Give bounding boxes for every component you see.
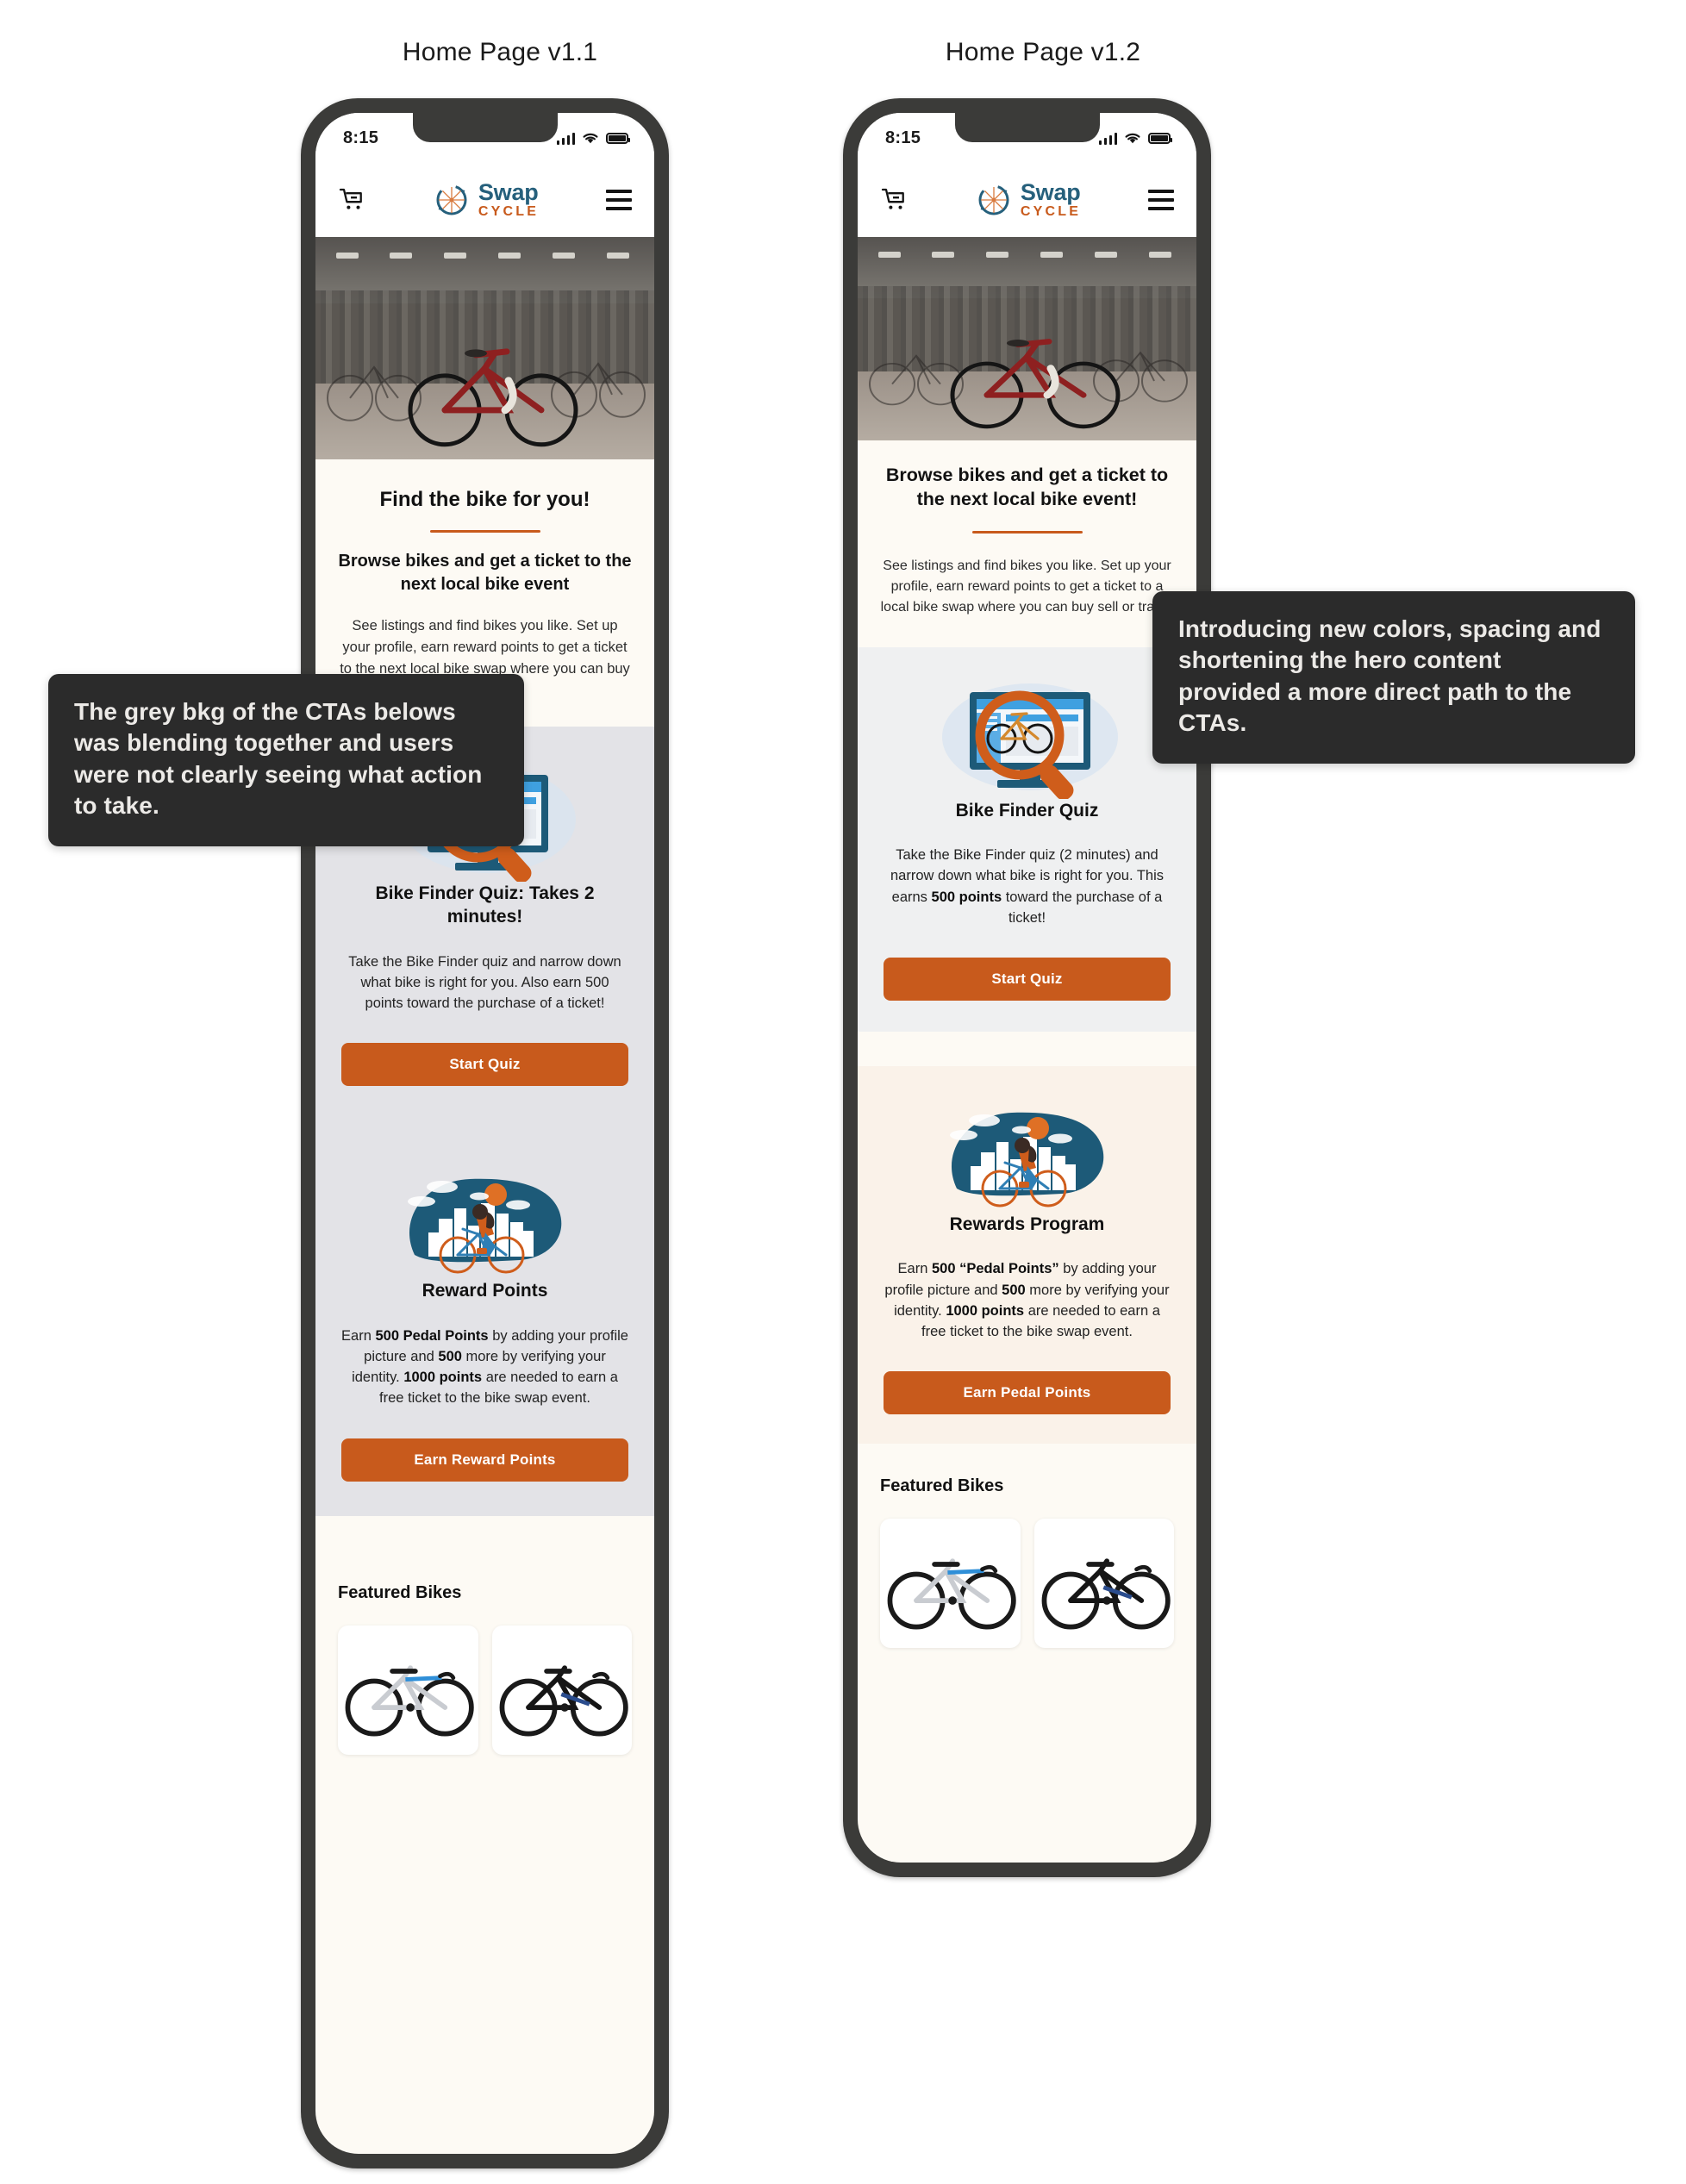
bike-card[interactable] (491, 1625, 632, 1755)
battery-icon (1148, 132, 1172, 144)
rewards-title-v12: Rewards Program (949, 1214, 1105, 1235)
bike-card[interactable] (880, 1519, 1021, 1649)
phone-mockup-v12: 8:15 Swap CYCLE Browse bikes and get a t… (843, 98, 1211, 1877)
hero-text-block-v12: Browse bikes and get a ticket to the nex… (858, 440, 1196, 647)
annotation-callout-v12: Introducing new colors, spacing and shor… (1152, 591, 1635, 764)
quiz-title-v11: Bike Finder Quiz: Takes 2 minutes! (375, 883, 595, 927)
featured-bikes-title-v11: Featured Bikes (338, 1582, 462, 1602)
status-icons (1098, 132, 1172, 145)
app-header-v11: Swap CYCLE (315, 163, 654, 237)
shopping-cart-icon[interactable] (880, 187, 908, 213)
bike-card[interactable] (338, 1625, 478, 1755)
canvas: Home Page v1.1 Home Page v1.2 8:15 Swap … (0, 0, 1686, 2184)
bike-card[interactable] (1033, 1519, 1174, 1649)
rewards-title-v11: Reward Points (422, 1281, 548, 1301)
logo-primary-text: Swap (1020, 179, 1081, 205)
wifi-icon (1125, 133, 1140, 143)
brand-logo-v11[interactable]: Swap CYCLE (433, 181, 539, 219)
magnifying-glass-monitor-bike-illustration (928, 673, 1127, 801)
featured-bikes-section-v12: Featured Bikes (858, 1444, 1196, 1649)
page-content-v12: Browse bikes and get a ticket to the nex… (858, 440, 1196, 1649)
white-blue-road-bike (345, 1664, 474, 1737)
rewards-section-v12: Rewards Program Earn 500 “Pedal Points” … (858, 1066, 1196, 1445)
featured-bikes-title-v12: Featured Bikes (880, 1476, 1004, 1496)
hamburger-menu-icon[interactable] (1147, 190, 1174, 210)
cyclist-city-skyline-illustration (390, 1158, 580, 1279)
status-bar: 8:15 (858, 113, 1196, 163)
wifi-icon (583, 133, 598, 143)
status-bar: 8:15 (315, 113, 654, 163)
quiz-title-v12: Bike Finder Quiz (955, 800, 1099, 821)
phone-mockup-v11: 8:15 Swap CYCLE Find the bike for you! B… (301, 98, 669, 2168)
hero-bikes-graphic (327, 348, 646, 447)
section-spacer (858, 1032, 1196, 1067)
featured-bikes-grid-v12 (880, 1519, 1174, 1649)
quiz-body-v12: Take the Bike Finder quiz (2 minutes) an… (890, 847, 1164, 926)
frame-title-v12: Home Page v1.2 (945, 38, 1141, 66)
battery-icon (606, 132, 630, 144)
cellular-signal-icon (556, 132, 575, 145)
notch (954, 113, 1100, 142)
cyclist-city-skyline-illustration (933, 1092, 1122, 1213)
featured-bikes-section-v11: Featured Bikes (315, 1544, 654, 1755)
logo-secondary-text: CYCLE (478, 204, 540, 219)
brand-logo-text: Swap CYCLE (478, 181, 539, 219)
white-blue-road-bike (887, 1558, 1016, 1630)
black-road-bike (499, 1664, 628, 1737)
screen-v12: 8:15 Swap CYCLE Browse bikes and get a t… (858, 113, 1196, 1863)
hero-body-v12: See listings and find bikes you like. Se… (880, 558, 1174, 615)
logo-secondary-text: CYCLE (1020, 204, 1082, 219)
logo-primary-text: Swap (478, 179, 539, 205)
hero-divider (429, 530, 540, 533)
start-quiz-button-v11[interactable]: Start Quiz (341, 1043, 628, 1087)
brand-logo-text: Swap CYCLE (1021, 181, 1081, 219)
status-time: 8:15 (343, 128, 379, 147)
earn-pedal-points-button-v12[interactable]: Earn Pedal Points (884, 1371, 1171, 1415)
cellular-signal-icon (1098, 132, 1117, 145)
section-spacer (315, 1515, 654, 1545)
status-icons (556, 132, 630, 145)
app-header-v12: Swap CYCLE (858, 163, 1196, 237)
frame-title-v11: Home Page v1.1 (402, 38, 598, 66)
hero-heading-v12: Browse bikes and get a ticket to the nex… (885, 465, 1169, 510)
cycle-wheel-icon (978, 184, 1009, 215)
featured-bikes-grid-v11 (338, 1625, 632, 1755)
hamburger-menu-icon[interactable] (605, 190, 632, 210)
screen-v11: 8:15 Swap CYCLE Find the bike for you! B… (315, 113, 654, 2154)
annotation-callout-v11: The grey bkg of the CTAs belows was blen… (48, 674, 524, 846)
earn-reward-points-button-v11[interactable]: Earn Reward Points (341, 1438, 628, 1482)
rewards-section-v11: Reward Points Earn 500 Pedal Points by a… (315, 1120, 654, 1516)
brand-logo-v12[interactable]: Swap CYCLE (975, 181, 1081, 219)
hero-photo-v12 (858, 237, 1196, 440)
shopping-cart-icon[interactable] (338, 187, 365, 213)
hero-bikes-graphic (869, 339, 1188, 429)
status-time: 8:15 (885, 128, 921, 147)
start-quiz-button-v12[interactable]: Start Quiz (884, 958, 1171, 1002)
quiz-body-v11: Take the Bike Finder quiz and narrow dow… (348, 953, 621, 1012)
quiz-section-v12: Bike Finder Quiz Take the Bike Finder qu… (858, 646, 1196, 1033)
rewards-body-v11: Earn 500 Pedal Points by adding your pro… (341, 1327, 628, 1407)
rewards-body-v12: Earn 500 “Pedal Points” by adding your p… (884, 1261, 1170, 1340)
hero-photo-v11 (315, 237, 654, 459)
hero-heading-v11: Find the bike for you! (379, 488, 590, 511)
cycle-wheel-icon (436, 184, 467, 215)
notch (412, 113, 558, 142)
black-road-bike (1041, 1558, 1171, 1630)
page-content-v11: Find the bike for you! Browse bikes and … (315, 459, 654, 1755)
hero-subheading-v11: Browse bikes and get a ticket to the nex… (338, 552, 632, 594)
hero-divider (971, 530, 1083, 534)
